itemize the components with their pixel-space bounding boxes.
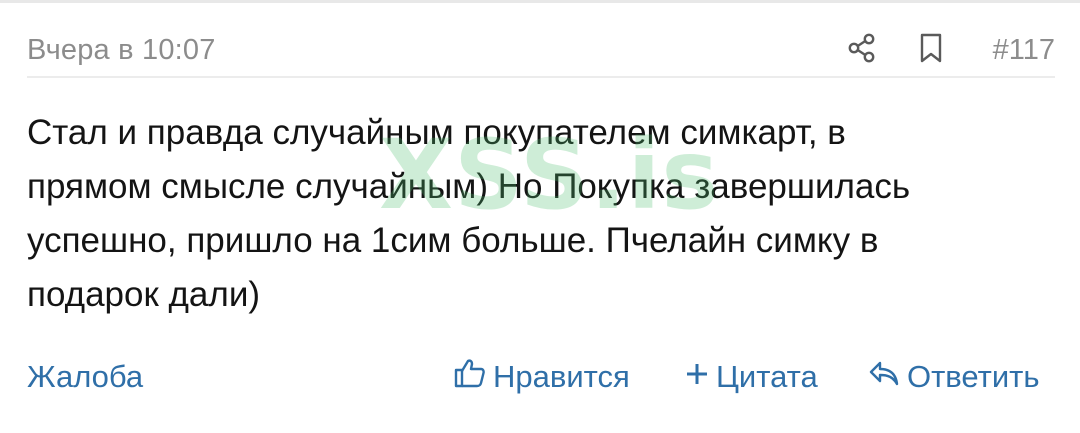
post-body-text: Стал и правда случайным покупателем симк…	[27, 113, 911, 314]
post-header: Вчера в 10:07 #117	[27, 24, 1055, 78]
like-button[interactable]: Нравится	[453, 352, 630, 402]
share-icon[interactable]	[845, 31, 879, 65]
reply-label: Ответить	[907, 359, 1040, 394]
plus-icon	[684, 359, 710, 395]
like-label: Нравится	[493, 359, 630, 394]
bookmark-icon[interactable]	[914, 31, 948, 65]
quote-button[interactable]: Цитата	[684, 352, 818, 402]
quote-label: Цитата	[716, 359, 818, 394]
forum-post: Вчера в 10:07 #117 Стал и правда случайн…	[27, 0, 1055, 433]
reply-icon	[867, 356, 901, 398]
report-label: Жалоба	[27, 359, 144, 394]
post-date[interactable]: Вчера в 10:07	[27, 34, 216, 67]
report-link[interactable]: Жалоба	[27, 352, 143, 402]
post-number-link[interactable]: #117	[993, 34, 1055, 67]
thumbs-up-icon	[453, 356, 487, 398]
reply-button[interactable]: Ответить	[867, 352, 1040, 402]
post-actions: Жалоба Нравится Цитата Ответить	[27, 352, 1055, 402]
